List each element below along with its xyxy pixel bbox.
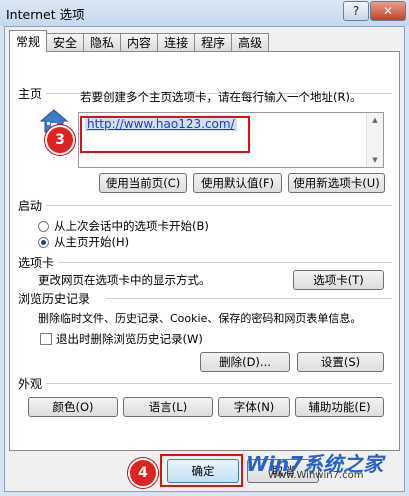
- history-description: 删除临时文件、历史记录、Cookie、保存的密码和网页表单信息。: [38, 312, 362, 325]
- accessibility-button[interactable]: 辅助功能(E): [295, 397, 384, 417]
- history-section-label: 浏览历史记录: [18, 292, 91, 306]
- tab-advanced[interactable]: 高级: [231, 33, 270, 51]
- scroll-up-icon[interactable]: ▲: [367, 116, 383, 124]
- tabs-description: 更改网页在选项卡中的显示方式。: [38, 273, 211, 287]
- general-tab-page: 主页 若要创建多个主页选项卡，请在每行输入一个地址(R)。 http://www…: [9, 51, 400, 451]
- window-title: Internet 选项: [6, 7, 85, 22]
- divider: [46, 383, 392, 384]
- watermark-url: Www.Winwin7.com: [268, 470, 364, 481]
- highlight-box-ok: [160, 454, 243, 487]
- tabs-settings-button[interactable]: 选项卡(T): [293, 270, 384, 290]
- startup-section-label: 启动: [18, 199, 43, 213]
- help-button[interactable]: ?: [343, 1, 369, 21]
- tabs-section-label: 选项卡: [18, 256, 55, 270]
- title-bar: Internet 选项 ? ✕: [0, 0, 409, 26]
- homepage-section-label: 主页: [18, 87, 43, 101]
- use-default-button[interactable]: 使用默认值(F): [193, 173, 282, 193]
- radio-last-session[interactable]: [38, 221, 49, 232]
- step-badge-3: 3: [45, 125, 75, 155]
- tab-programs[interactable]: 程序: [194, 33, 233, 51]
- fonts-button[interactable]: 字体(N): [218, 397, 290, 417]
- close-button[interactable]: ✕: [370, 1, 406, 21]
- use-current-button[interactable]: 使用当前页(C): [99, 173, 187, 193]
- radio-start-homepage[interactable]: [38, 237, 49, 248]
- radio-last-session-label: 从上次会话中的选项卡开始(B): [54, 219, 209, 233]
- divider: [58, 262, 392, 263]
- radio-start-homepage-label: 从主页开始(H): [54, 235, 130, 249]
- close-icon: ✕: [382, 4, 394, 18]
- appearance-section-label: 外观: [18, 377, 43, 391]
- languages-button[interactable]: 语言(L): [123, 397, 213, 417]
- history-settings-button[interactable]: 设置(S): [297, 352, 384, 372]
- highlight-box-url: [80, 116, 250, 153]
- step-badge-4: 4: [128, 458, 158, 488]
- scroll-down-icon[interactable]: ▼: [367, 156, 383, 164]
- tab-content[interactable]: 内容: [120, 33, 159, 51]
- delete-on-exit-label: 退出时删除浏览历史记录(W): [56, 332, 203, 346]
- dialog-body: 常规 安全 隐私 内容 连接 程序 高级 主页 若要创建多个主页选项卡，请在每行…: [4, 26, 405, 492]
- divider: [106, 298, 392, 299]
- delete-on-exit-checkbox[interactable]: [40, 333, 52, 345]
- colors-button[interactable]: 颜色(O): [28, 397, 118, 417]
- tab-connections[interactable]: 连接: [157, 33, 196, 51]
- tab-strip: 常规 安全 隐私 内容 连接 程序 高级: [9, 30, 270, 52]
- help-icon: ?: [352, 4, 360, 18]
- textarea-scrollbar[interactable]: ▲ ▼: [366, 113, 383, 167]
- tab-general[interactable]: 常规: [9, 30, 48, 52]
- delete-history-button[interactable]: 删除(D)...: [200, 352, 290, 372]
- use-new-tab-button[interactable]: 使用新选项卡(U): [288, 173, 385, 193]
- divider: [46, 205, 392, 206]
- homepage-instruction: 若要创建多个主页选项卡，请在每行输入一个地址(R)。: [80, 90, 362, 104]
- tab-privacy[interactable]: 隐私: [83, 33, 122, 51]
- tab-security[interactable]: 安全: [46, 33, 85, 51]
